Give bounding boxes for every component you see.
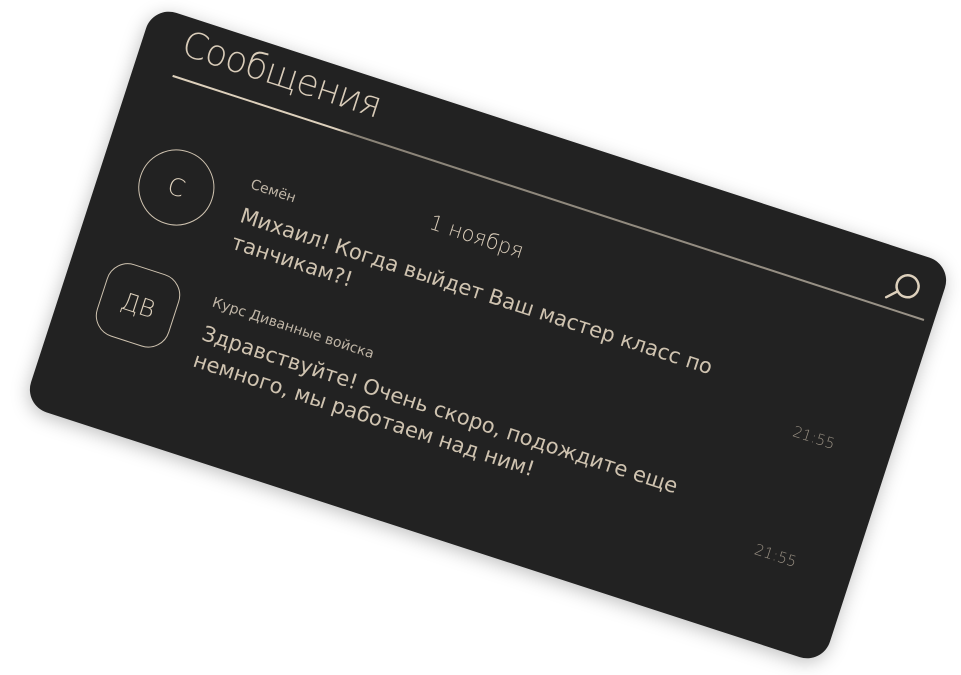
message-sender: Семён bbox=[248, 176, 298, 207]
message-time: 21:55 bbox=[752, 540, 799, 571]
stage: Сообщения 1 ноября С Семён Михаил! Когда… bbox=[0, 0, 961, 675]
messages-card: Сообщения 1 ноября С Семён Михаил! Когда… bbox=[23, 5, 953, 665]
avatar: С bbox=[128, 139, 225, 236]
message-time: 21:55 bbox=[790, 422, 838, 453]
